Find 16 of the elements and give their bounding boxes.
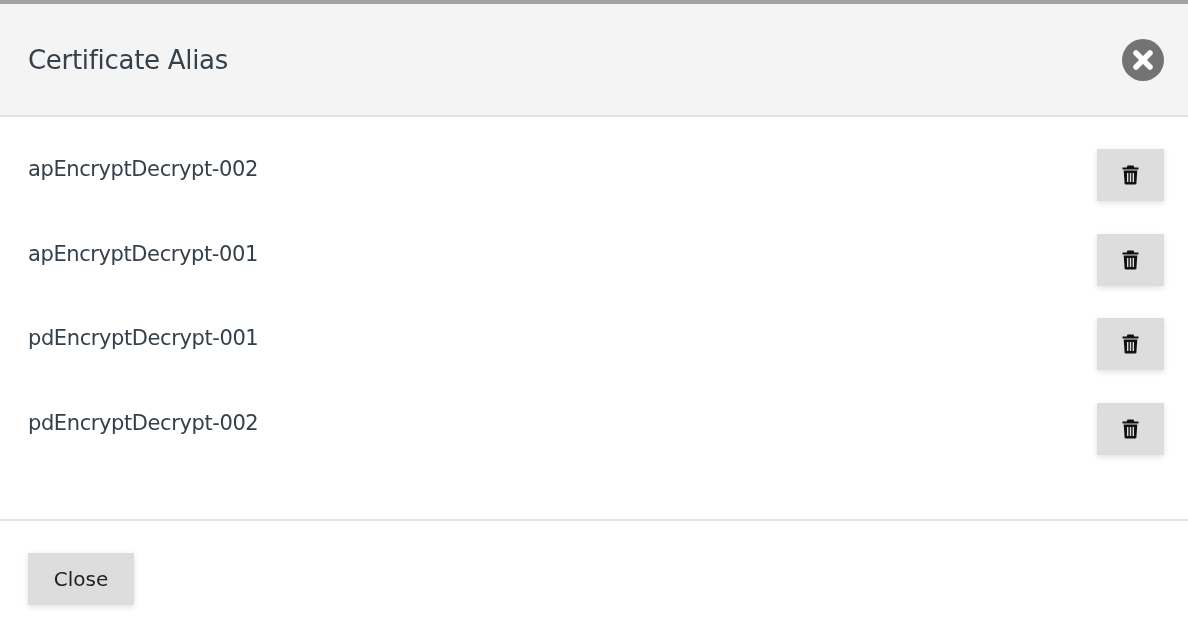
- close-dialog-button[interactable]: [1122, 38, 1164, 81]
- delete-button[interactable]: [1097, 318, 1164, 370]
- delete-button[interactable]: [1097, 233, 1164, 286]
- trash-icon: [1122, 418, 1139, 439]
- trash-icon: [1122, 165, 1139, 185]
- alias-name: pdEncryptDecrypt-001: [28, 326, 259, 350]
- delete-button[interactable]: [1097, 149, 1164, 201]
- dialog-title: Certificate Alias: [28, 44, 228, 75]
- alias-name: apEncryptDecrypt-002: [28, 157, 258, 181]
- alias-name: pdEncryptDecrypt-002: [28, 410, 259, 435]
- trash-icon: [1122, 334, 1139, 354]
- close-icon: [1122, 38, 1164, 81]
- delete-button[interactable]: [1097, 402, 1164, 455]
- alias-name: apEncryptDecrypt-001: [28, 241, 258, 266]
- close-button[interactable]: Close: [28, 553, 134, 605]
- trash-icon: [1122, 249, 1139, 270]
